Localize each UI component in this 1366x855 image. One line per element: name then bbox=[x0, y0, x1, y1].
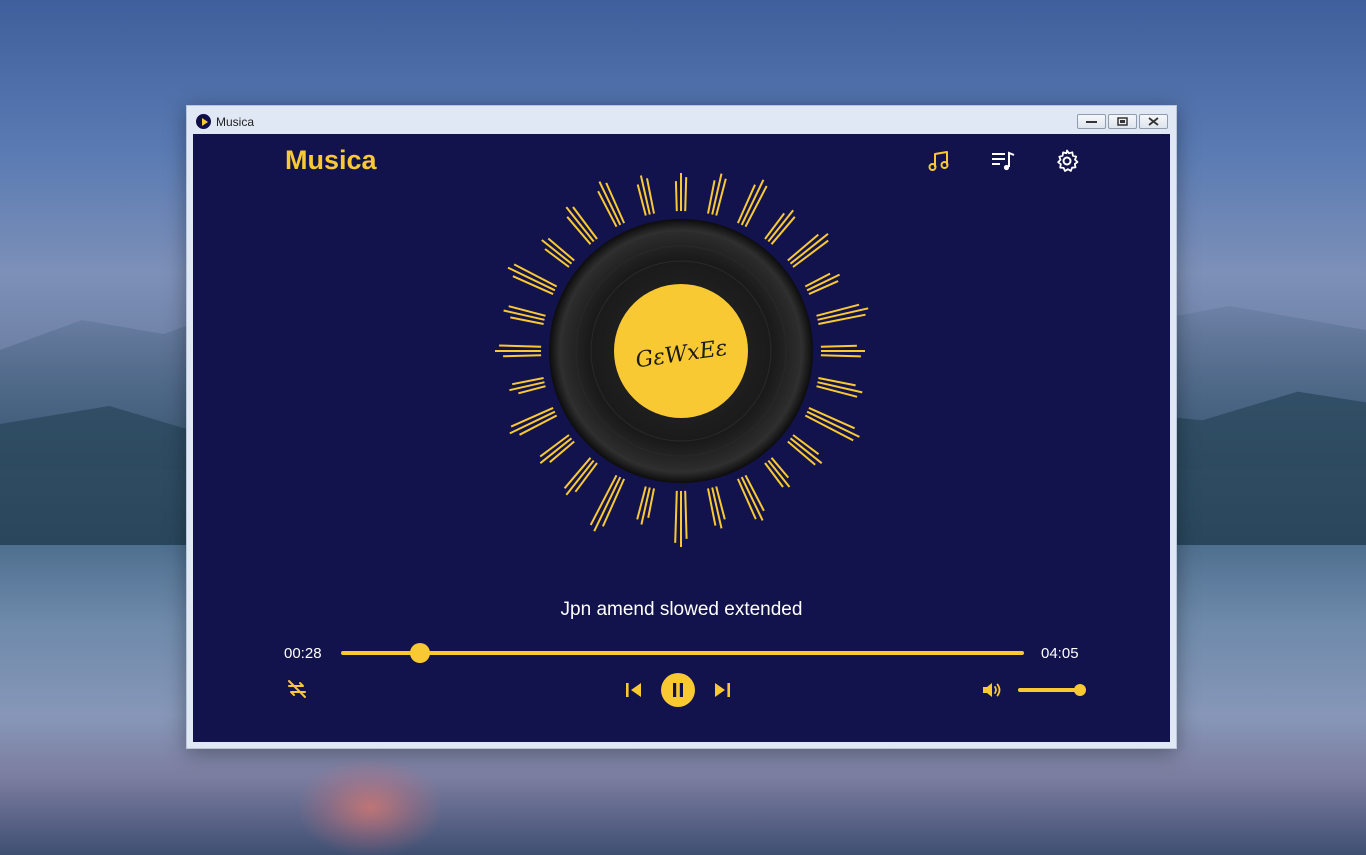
spectrum-ray bbox=[740, 476, 764, 521]
current-time: 00:28 bbox=[284, 645, 322, 662]
spectrum-ray bbox=[640, 487, 651, 525]
maximize-button[interactable] bbox=[1108, 114, 1137, 129]
volume-icon bbox=[983, 683, 1001, 697]
spectrum-ray bbox=[818, 313, 866, 325]
spectrum-ray bbox=[770, 216, 796, 245]
spectrum-ray bbox=[601, 478, 626, 527]
spectrum-ray bbox=[816, 385, 858, 398]
spectrum-ray bbox=[507, 266, 556, 292]
total-time: 04:05 bbox=[1041, 645, 1079, 662]
window-controls bbox=[1077, 114, 1168, 129]
spectrum-ray bbox=[789, 233, 829, 265]
app-icon bbox=[196, 114, 211, 129]
spectrum-ray bbox=[539, 437, 573, 464]
spectrum-ray bbox=[503, 354, 542, 358]
spectrum-ray bbox=[820, 354, 861, 358]
spectrum-ray bbox=[711, 487, 723, 529]
song-title: Jpn amend slowed extended bbox=[560, 599, 803, 620]
spectrum-ray bbox=[684, 490, 688, 539]
spectrum-ray bbox=[563, 457, 592, 489]
spectrum-ray bbox=[513, 263, 558, 288]
seek-thumb[interactable] bbox=[409, 643, 430, 663]
spectrum-ray bbox=[715, 178, 727, 216]
minimize-icon bbox=[1086, 121, 1097, 123]
spectrum-ray bbox=[789, 437, 823, 464]
spectrum-ray bbox=[744, 185, 768, 228]
repeat-button[interactable] bbox=[285, 677, 309, 701]
background-reflection bbox=[300, 760, 440, 855]
previous-icon bbox=[626, 683, 641, 697]
spectrum-ray bbox=[804, 414, 854, 442]
spectrum-ray bbox=[787, 233, 819, 262]
spectrum-ray bbox=[808, 406, 856, 430]
spectrum-ray bbox=[589, 474, 618, 526]
seek-bar[interactable] bbox=[341, 643, 1024, 663]
spectrum-ray bbox=[503, 309, 545, 321]
spectrum-ray bbox=[711, 173, 723, 215]
spectrum-ray bbox=[806, 410, 860, 438]
spectrum-ray bbox=[565, 459, 595, 496]
spectrum-ray bbox=[572, 206, 598, 240]
volume-button[interactable] bbox=[980, 678, 1004, 702]
spectrum-ray bbox=[674, 490, 678, 543]
volume-thumb[interactable] bbox=[1074, 684, 1086, 696]
volume-slider[interactable] bbox=[1018, 684, 1086, 696]
previous-button[interactable] bbox=[623, 679, 645, 701]
spectrum-ray bbox=[541, 239, 573, 265]
spectrum-ray bbox=[510, 406, 554, 428]
player-view: Musica GεWxEε Jpn amend slowed extended … bbox=[193, 134, 1170, 742]
spectrum-ray bbox=[816, 303, 860, 317]
window-title: Musica bbox=[216, 115, 255, 129]
spectrum-ray bbox=[820, 344, 857, 348]
title-bar[interactable]: Musica bbox=[187, 106, 1176, 134]
spectrum-ray bbox=[767, 209, 794, 243]
spectrum-ray bbox=[593, 476, 622, 532]
spectrum-ray bbox=[499, 344, 542, 348]
spectrum-ray bbox=[792, 239, 829, 268]
spectrum-ray bbox=[740, 179, 765, 226]
repeat-off-icon bbox=[288, 680, 306, 698]
pause-icon bbox=[673, 683, 683, 697]
app-window: Musica Musica GεWxEε Jpn amend slowed ex… bbox=[186, 105, 1177, 749]
spectrum-ray bbox=[508, 305, 546, 317]
minimize-button[interactable] bbox=[1077, 114, 1106, 129]
play-pause-button[interactable] bbox=[661, 673, 695, 707]
spectrum-ray bbox=[674, 181, 678, 212]
spectrum-ray bbox=[539, 434, 570, 458]
spectrum-ray bbox=[566, 216, 592, 245]
spectrum-ray bbox=[565, 206, 595, 243]
next-icon bbox=[715, 683, 730, 697]
spectrum-ray bbox=[787, 440, 816, 466]
spectrum-ray bbox=[509, 410, 556, 435]
next-button[interactable] bbox=[711, 679, 733, 701]
maximize-icon bbox=[1117, 117, 1128, 126]
close-button[interactable] bbox=[1139, 114, 1168, 129]
close-icon bbox=[1148, 117, 1159, 126]
spectrum-ray bbox=[684, 177, 688, 212]
spectrum-ray bbox=[598, 181, 622, 226]
spectrum-ray bbox=[574, 462, 598, 493]
